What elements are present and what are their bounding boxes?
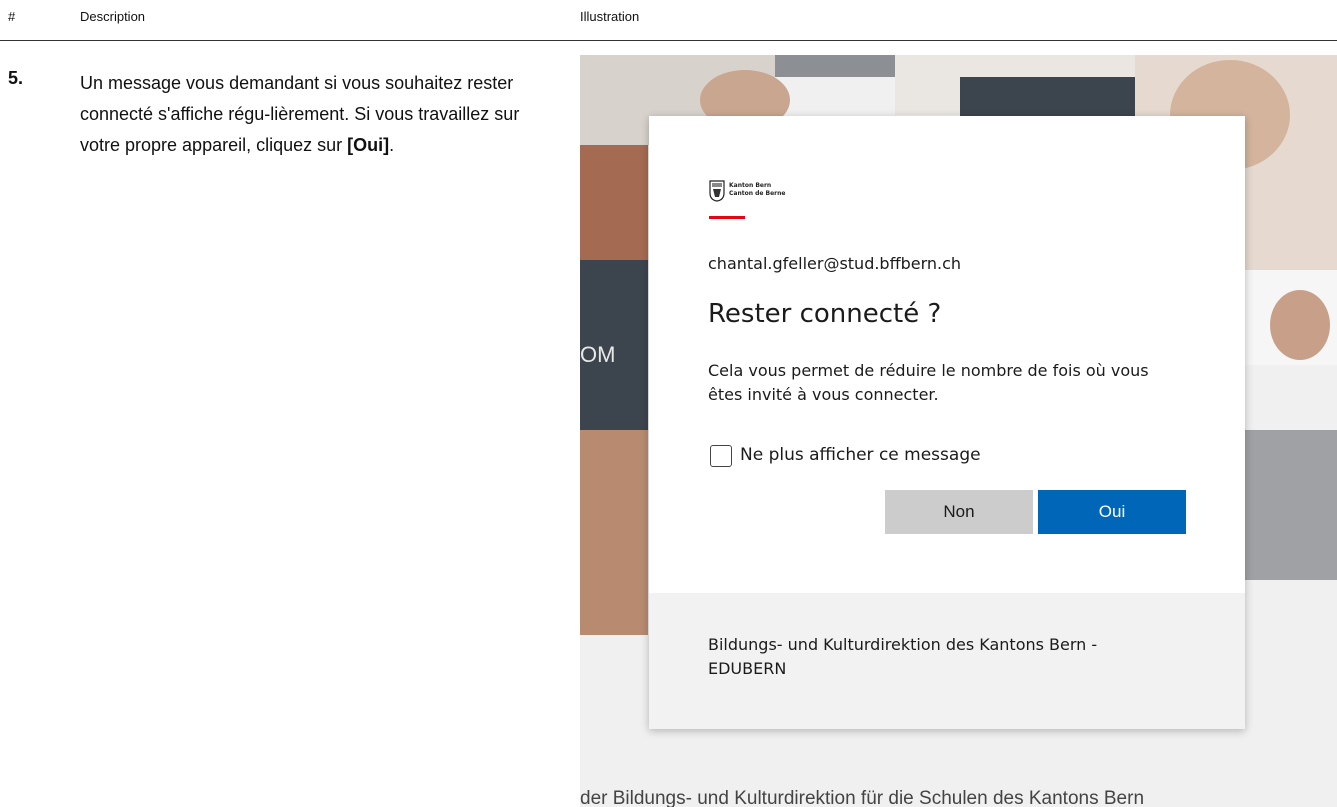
table-header: # Description Illustration <box>0 0 1337 41</box>
yes-button[interactable]: Oui <box>1038 490 1186 534</box>
logo-text: Kanton Bern Canton de Berne <box>729 182 785 198</box>
logo-line-1: Kanton Bern <box>729 182 772 189</box>
step-text-after: . <box>389 135 395 155</box>
bern-coat-of-arms-icon <box>709 180 725 202</box>
no-button[interactable]: Non <box>885 490 1033 534</box>
photo-tile <box>580 145 648 260</box>
column-header-number: # <box>8 9 16 24</box>
column-header-description: Description <box>80 9 146 24</box>
column-header-illustration: Illustration <box>580 9 640 24</box>
background-footer-text: der Bildungs- und Kulturdirektion für di… <box>580 788 1145 807</box>
step-text-before: Un message vous demandant si vous souhai… <box>80 73 520 155</box>
logo-line-2: Canton de Berne <box>729 190 786 197</box>
kanton-bern-logo: Kanton Bern Canton de Berne <box>709 180 789 210</box>
dont-show-again-label[interactable]: Ne plus afficher ce message <box>740 445 981 465</box>
logo-red-bar <box>709 216 745 219</box>
step-text-bold: [Oui] <box>347 135 390 155</box>
step-number: 5. <box>8 68 24 88</box>
photo-tile <box>580 430 648 635</box>
account-email: chantal.gfeller@stud.bffbern.ch <box>708 254 962 273</box>
dialog-footer: Bildungs- und Kulturdirektion des Kanton… <box>649 593 1245 729</box>
photo-tile <box>960 77 1135 117</box>
step-description: Un message vous demandant si vous souhai… <box>80 68 520 161</box>
portrait-photo <box>1270 290 1330 360</box>
dialog-description: Cela vous permet de réduire le nombre de… <box>708 361 1149 404</box>
stay-signed-in-dialog: Kanton Bern Canton de Berne chantal.gfel… <box>649 116 1245 729</box>
organization-name: Bildungs- und Kulturdirektion des Kanton… <box>708 635 1098 678</box>
background-partial-text: OM <box>580 342 616 367</box>
dont-show-again-checkbox[interactable] <box>710 445 732 467</box>
photo-tile <box>775 55 895 77</box>
dialog-title: Rester connecté ? <box>708 299 942 329</box>
photo-tile <box>1245 430 1337 580</box>
